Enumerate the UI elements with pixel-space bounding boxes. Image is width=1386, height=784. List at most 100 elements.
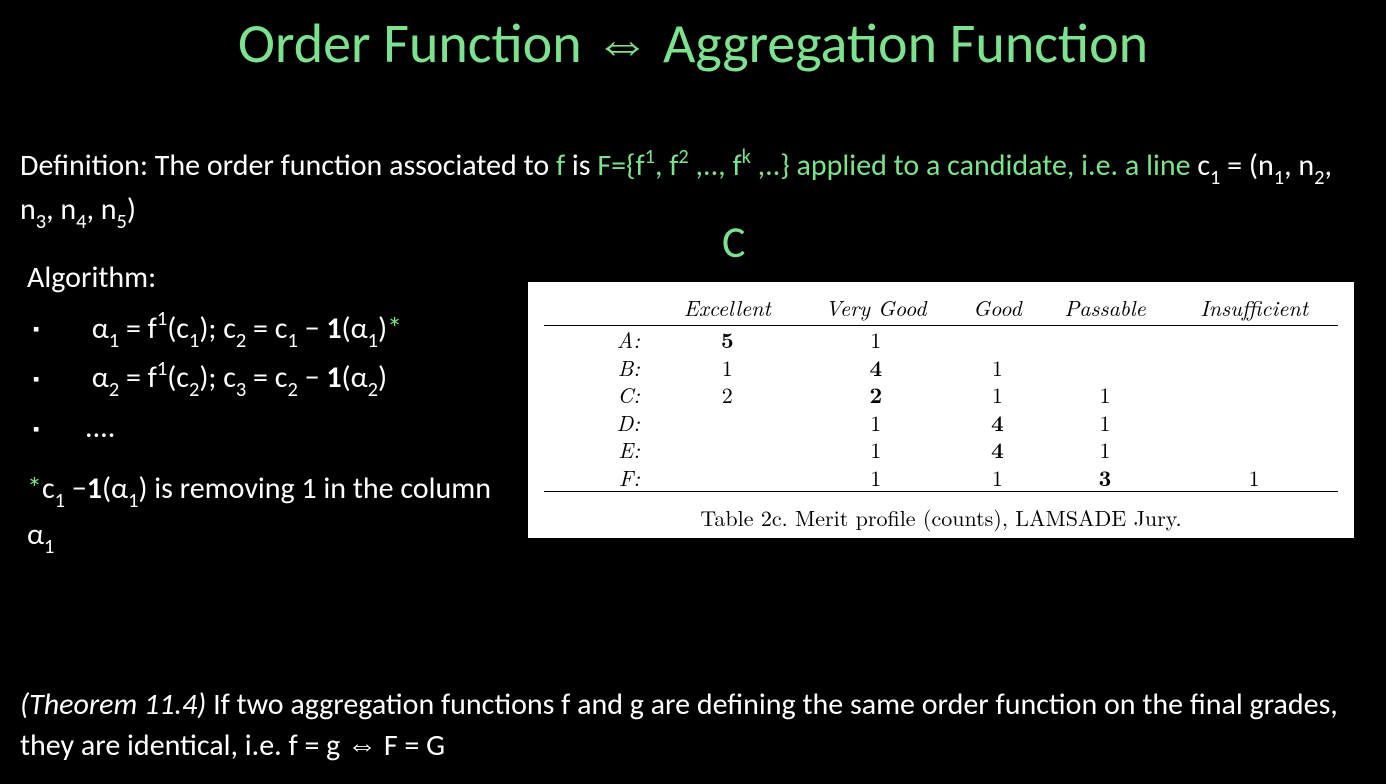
- def-applied: applied to a candidate, i.e. a: [790, 147, 1146, 184]
- s2d: ); c: [199, 359, 236, 396]
- merit-col-header: Excellent: [658, 290, 797, 326]
- def-is: is: [565, 147, 597, 184]
- fset-pre: F={f: [597, 147, 644, 184]
- row-label: B:: [544, 354, 658, 382]
- table-cell: 3: [1040, 464, 1171, 492]
- s2h: (α: [342, 359, 368, 396]
- table-cell: [955, 326, 1040, 354]
- c-label: C: [722, 215, 745, 269]
- fnc: 1: [87, 470, 102, 507]
- merit-table-caption: Table 2c. Merit profile (counts), LAMSAD…: [544, 502, 1338, 533]
- table-cell: 1: [797, 326, 955, 354]
- slide-title: Order Function ⇔ Aggregation Function: [0, 10, 1386, 78]
- table-cell: 5: [658, 326, 797, 354]
- def-f: f: [556, 147, 565, 184]
- teq: = (n: [1220, 147, 1273, 184]
- fnstar: *: [27, 470, 42, 507]
- table-cell: [1170, 354, 1338, 382]
- table-cell: 2: [797, 381, 955, 409]
- s2f: −: [298, 359, 327, 396]
- tpre: c: [1191, 147, 1210, 184]
- algorithm-heading: Algorithm:: [27, 255, 402, 302]
- row-label: A:: [544, 326, 658, 354]
- table-cell: 4: [955, 436, 1040, 464]
- s1f: −: [298, 310, 327, 347]
- s1i: ): [378, 310, 387, 347]
- table-cell: [1170, 381, 1338, 409]
- s1b: = f: [119, 310, 157, 347]
- s1e: = c: [246, 310, 287, 347]
- s1a: α: [92, 310, 109, 347]
- table-cell: [1170, 409, 1338, 437]
- row-label: F:: [544, 464, 658, 492]
- def-line: line: [1146, 147, 1190, 184]
- table-cell: 1: [797, 436, 955, 464]
- table-cell: [1170, 326, 1338, 354]
- row-label: D:: [544, 409, 658, 437]
- merit-col-header: Insufficient: [1170, 290, 1338, 326]
- fset-mid2: ,.., f: [689, 147, 742, 184]
- fnb: −: [65, 470, 87, 507]
- merit-col-header: Good: [955, 290, 1040, 326]
- table-cell: [1040, 326, 1171, 354]
- table-cell: 1: [1040, 436, 1171, 464]
- algo-step-1: α1 = f1(c1); c2 = c1 − 1(α1)*: [27, 306, 402, 356]
- table-cell: [658, 464, 797, 492]
- table-cell: 1: [955, 464, 1040, 492]
- s2e: = c: [246, 359, 287, 396]
- table-cell: 1: [658, 354, 797, 382]
- tc4: , n: [46, 191, 76, 228]
- table-row: F:1131: [544, 464, 1338, 492]
- table-row: D: 141: [544, 409, 1338, 437]
- table-row: B:141: [544, 354, 1338, 382]
- theorem-text: (Theorem 11.4) If two aggregation functi…: [20, 685, 1366, 766]
- merit-table-header-row: ExcellentVery GoodGoodPassableInsufficie…: [544, 290, 1338, 326]
- definition-text: Definition: The order function associate…: [20, 145, 1366, 233]
- merit-table: ExcellentVery GoodGoodPassableInsufficie…: [544, 290, 1338, 492]
- table-cell: 1: [955, 354, 1040, 382]
- table-row: C:2211: [544, 381, 1338, 409]
- fnd: (α: [102, 470, 128, 507]
- table-row: E: 141: [544, 436, 1338, 464]
- table-cell: 2: [658, 381, 797, 409]
- table-cell: 1: [955, 381, 1040, 409]
- table-cell: [658, 409, 797, 437]
- merit-col-header: [544, 290, 658, 326]
- def-fset: F={f1, f2 ,.., fk ,..}: [597, 147, 789, 184]
- slide-root: Order Function ⇔ Aggregation Function De…: [0, 0, 1386, 784]
- fna: c: [42, 470, 55, 507]
- s2a: α: [92, 359, 109, 396]
- tclose: ): [127, 191, 136, 228]
- algorithm-list: α1 = f1(c1); c2 = c1 − 1(α1)* α2 = f1(c2…: [27, 306, 402, 452]
- table-cell: 1: [1040, 409, 1171, 437]
- fset-post: ,..}: [751, 147, 790, 184]
- s1g: 1: [326, 310, 341, 347]
- table-cell: [1170, 436, 1338, 464]
- def-lead: Definition: The order function associate…: [20, 147, 556, 184]
- s1h: (α: [342, 310, 368, 347]
- s2i: ): [378, 359, 387, 396]
- table-cell: 1: [797, 409, 955, 437]
- table-cell: 1: [1040, 381, 1171, 409]
- tc2: , n: [1284, 147, 1314, 184]
- merit-col-header: Very Good: [797, 290, 955, 326]
- theorem-body: If two aggregation functions f and g are…: [20, 686, 1338, 764]
- algorithm-block: Algorithm: α1 = f1(c1); c2 = c1 − 1(α1)*…: [27, 255, 402, 451]
- table-cell: 1: [797, 464, 955, 492]
- fset-mid1: , f: [655, 147, 678, 184]
- tc5: , n: [86, 191, 116, 228]
- theorem-label: (Theorem 11.4): [20, 686, 206, 723]
- footnote-text: *c1 −1(α1) is removing 1 in the column α…: [27, 468, 497, 559]
- s1star: *: [387, 310, 402, 347]
- row-label: E:: [544, 436, 658, 464]
- table-cell: 4: [955, 409, 1040, 437]
- merit-col-header: Passable: [1040, 290, 1171, 326]
- merit-table-body: A:51B:141C:2211D:141E:141F:1131: [544, 326, 1338, 492]
- table-cell: 1: [1170, 464, 1338, 492]
- s2g: 1: [326, 359, 341, 396]
- table-cell: [1040, 354, 1171, 382]
- s2b: = f: [119, 359, 157, 396]
- table-cell: [658, 436, 797, 464]
- algo-step-2: α2 = f1(c2); c3 = c2 − 1(α2): [27, 355, 402, 405]
- s1d: ); c: [199, 310, 236, 347]
